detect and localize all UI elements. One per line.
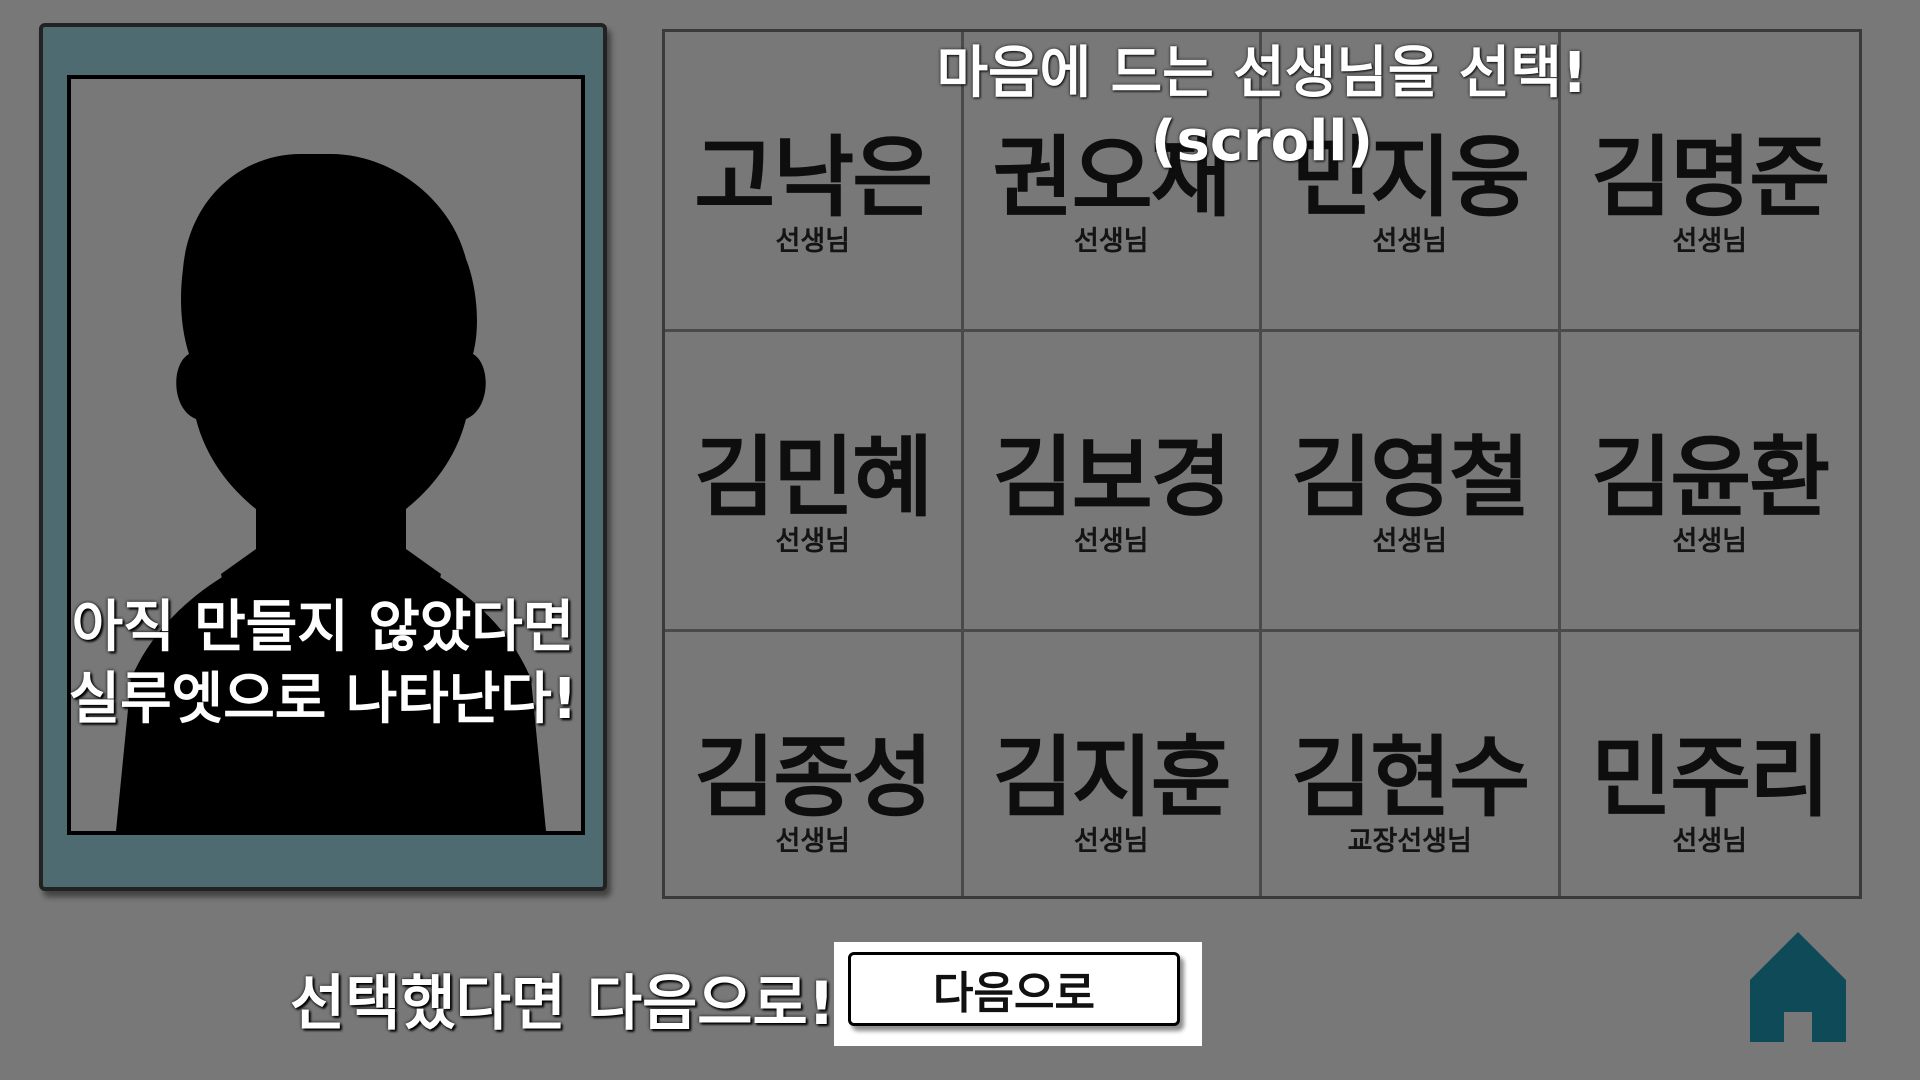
- teacher-cell[interactable]: 김영철 선생님: [1262, 332, 1561, 632]
- teacher-title: 선생님: [775, 226, 851, 257]
- teacher-name: 김명준: [1591, 126, 1830, 229]
- teacher-name: 김윤환: [1591, 426, 1830, 529]
- portrait-card: 아직 만들지 않았다면 실루엣으로 나타난다!: [39, 23, 607, 891]
- teacher-name: 민주리: [1591, 726, 1830, 829]
- teacher-cell[interactable]: 김윤환 선생님: [1560, 332, 1859, 632]
- teacher-cell[interactable]: 김보경 선생님: [963, 332, 1262, 632]
- teacher-cell[interactable]: 민주리 선생님: [1561, 632, 1860, 896]
- teacher-cell[interactable]: 김지훈 선생님: [964, 632, 1262, 896]
- teacher-title: 선생님: [1372, 526, 1448, 557]
- teacher-name: 김지훈: [992, 726, 1232, 829]
- teacher-title: 선생님: [1073, 826, 1149, 857]
- teacher-name: 고낙은: [694, 126, 933, 229]
- silhouette-note: 아직 만들지 않았다면 실루엣으로 나타난다!: [43, 592, 603, 736]
- next-button[interactable]: 다음으로: [848, 952, 1180, 1026]
- silhouette-note-line: 실루엣으로 나타난다!: [68, 667, 578, 732]
- teacher-cell[interactable]: 권오재 선생님: [963, 32, 1262, 332]
- teacher-cell[interactable]: 김현수 교장선생님: [1262, 632, 1561, 896]
- teacher-name: 권오재: [992, 126, 1232, 229]
- teacher-title: 선생님: [1672, 526, 1748, 557]
- teacher-name: 김민혜: [694, 426, 933, 529]
- next-prompt: 선택했다면 다음으로!: [290, 969, 836, 1039]
- next-button-backdrop: 다음으로: [834, 942, 1202, 1046]
- teacher-cell[interactable]: 김명준 선생님: [1560, 32, 1859, 332]
- teacher-title: 선생님: [1672, 826, 1748, 857]
- teacher-title: 선생님: [775, 826, 851, 857]
- teacher-name: 민지웅: [1291, 126, 1530, 229]
- home-icon[interactable]: [1748, 928, 1848, 1042]
- teacher-grid[interactable]: 고낙은 선생님 권오재 선생님 민지웅 선생님 김명준 선생님 김민혜 선생님 김보경 선생…: [662, 29, 1862, 899]
- teacher-cell[interactable]: 김민혜 선생님: [665, 332, 964, 632]
- teacher-title: 선생님: [1372, 226, 1448, 257]
- teacher-cell[interactable]: 김종성 선생님: [665, 632, 964, 896]
- teacher-title: 선생님: [775, 526, 851, 557]
- teacher-cell[interactable]: 고낙은 선생님: [665, 32, 964, 332]
- teacher-title: 선생님: [1672, 226, 1748, 257]
- teacher-title: 선생님: [1073, 526, 1149, 557]
- silhouette-note-line: 아직 만들지 않았다면: [71, 595, 575, 660]
- teacher-title: 선생님: [1073, 226, 1149, 257]
- teacher-cell[interactable]: 민지웅 선생님: [1262, 32, 1561, 332]
- teacher-name: 김현수: [1291, 726, 1530, 829]
- teacher-name: 김보경: [992, 426, 1232, 529]
- teacher-name: 김종성: [694, 726, 933, 829]
- teacher-title: 교장선생님: [1347, 826, 1472, 857]
- teacher-name: 김영철: [1291, 426, 1530, 529]
